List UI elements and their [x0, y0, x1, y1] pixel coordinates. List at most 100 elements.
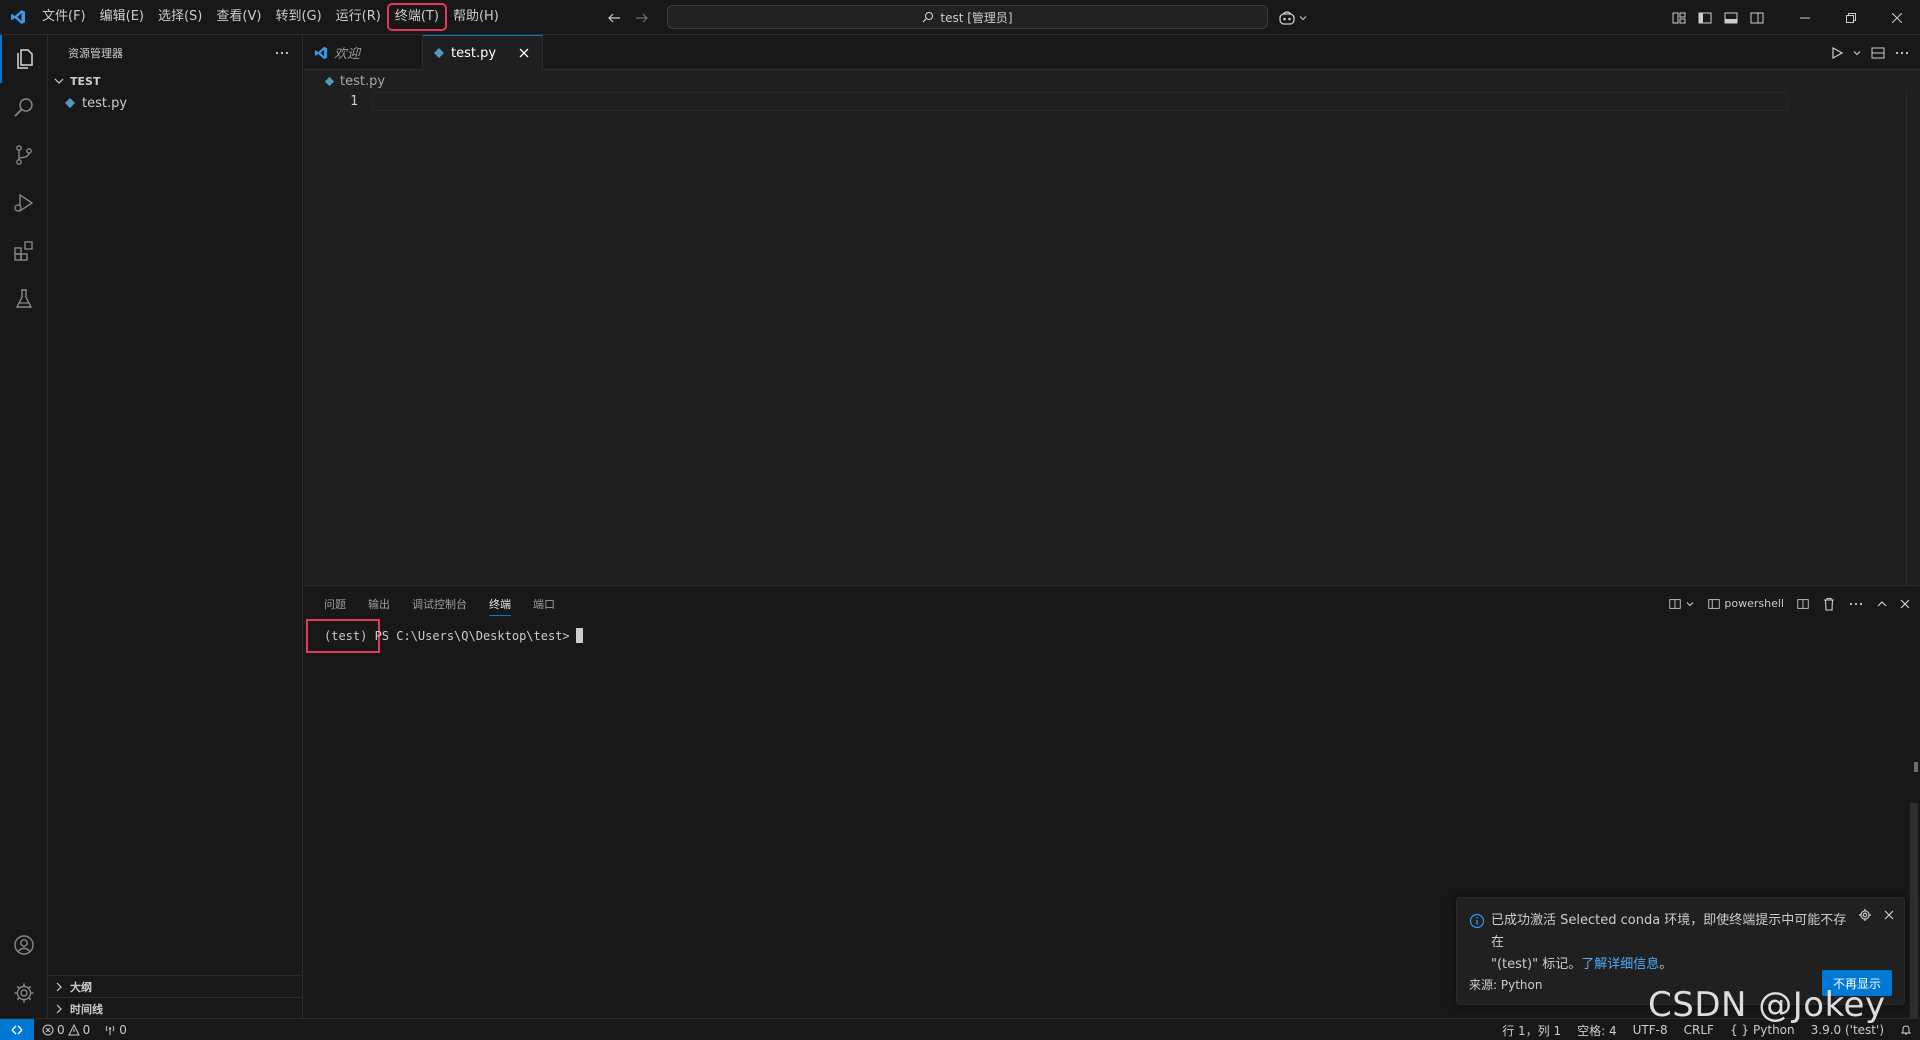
sidebar-header: 资源管理器 — [48, 35, 302, 70]
error-icon — [42, 1024, 54, 1036]
more-actions-icon[interactable] — [1894, 45, 1910, 61]
close-window-icon[interactable] — [1874, 0, 1920, 35]
terminal-icon — [1707, 597, 1721, 611]
end-of-line[interactable]: CRLF — [1684, 1023, 1714, 1037]
chevron-down-icon — [1298, 13, 1308, 23]
notifications-bell-icon[interactable] — [1900, 1024, 1912, 1036]
back-arrow-icon[interactable] — [605, 9, 623, 27]
braces-icon: { } — [1729, 1023, 1750, 1037]
copilot-menu[interactable] — [1278, 7, 1308, 29]
python-file-icon — [324, 76, 335, 87]
cursor-position[interactable]: 行 1，列 1 — [1502, 1022, 1561, 1039]
explorer-icon[interactable] — [0, 35, 48, 83]
terminal-instance[interactable]: powershell — [1707, 597, 1784, 611]
folder-test[interactable]: TEST — [48, 70, 302, 92]
warning-icon — [67, 1023, 80, 1036]
title-right-controls — [1666, 0, 1920, 35]
editor-tabs: 欢迎 test.py — [304, 35, 1920, 70]
outline-section[interactable]: 大纲 — [48, 975, 303, 997]
shell-name: powershell — [1724, 597, 1784, 610]
watermark: CSDN @Jokey — [1648, 985, 1886, 1025]
notification-text-2: "(test)" 标记。 — [1491, 957, 1582, 972]
kill-terminal-trash-icon[interactable] — [1822, 597, 1836, 611]
run-and-debug-icon[interactable] — [0, 179, 48, 227]
close-tab-icon[interactable] — [516, 45, 532, 61]
notification-settings-gear-icon[interactable] — [1858, 908, 1872, 922]
learn-more-link[interactable]: 了解详细信息 — [1581, 957, 1659, 972]
breadcrumb[interactable]: test.py — [304, 70, 1920, 92]
info-icon — [1469, 913, 1485, 976]
customize-layout-icon[interactable] — [1666, 5, 1692, 31]
split-terminal-icon[interactable] — [1796, 597, 1810, 611]
restore-icon[interactable] — [1828, 0, 1874, 35]
tab-debug-console[interactable]: 调试控制台 — [412, 596, 467, 612]
folder-label: TEST — [70, 74, 101, 88]
chevron-down-icon — [1685, 599, 1695, 609]
minimize-icon[interactable] — [1782, 0, 1828, 35]
new-terminal-dropdown[interactable] — [1668, 597, 1695, 611]
tab-output[interactable]: 输出 — [368, 596, 390, 612]
encoding[interactable]: UTF-8 — [1633, 1023, 1668, 1037]
toggle-panel-icon[interactable] — [1718, 5, 1744, 31]
menu-run[interactable]: 运行(R) — [329, 4, 388, 30]
editor-scrollbar[interactable] — [1906, 92, 1920, 585]
chevron-down-icon — [52, 74, 66, 88]
notification-actions — [1858, 908, 1894, 922]
testing-flask-icon[interactable] — [0, 275, 48, 323]
python-file-icon — [64, 97, 76, 109]
menu-file[interactable]: 文件(F) — [35, 4, 93, 30]
ports-status[interactable]: 0 — [104, 1023, 127, 1037]
more-actions-icon[interactable] — [274, 45, 290, 61]
settings-gear-icon[interactable] — [0, 969, 48, 1017]
forward-arrow-icon[interactable] — [633, 9, 651, 27]
tab-problems[interactable]: 问题 — [324, 596, 346, 612]
chevron-down-icon[interactable] — [1852, 48, 1862, 58]
current-line-highlight — [372, 92, 1788, 111]
maximize-panel-chevron-up-icon[interactable] — [1876, 598, 1888, 610]
search-view-icon[interactable] — [0, 83, 48, 131]
extensions-icon[interactable] — [0, 227, 48, 275]
file-item-test-py[interactable]: test.py — [48, 92, 302, 114]
menu-view[interactable]: 查看(V) — [209, 4, 268, 30]
tab-test-py[interactable]: test.py — [423, 35, 543, 70]
tab-welcome[interactable]: 欢迎 — [304, 35, 423, 70]
more-actions-icon[interactable] — [1848, 596, 1864, 612]
menu-go[interactable]: 转到(G) — [268, 4, 328, 30]
split-terminal-icon — [1668, 597, 1682, 611]
timeline-label: 时间线 — [70, 1002, 103, 1016]
run-python-file-icon[interactable] — [1830, 46, 1844, 60]
close-notification-icon[interactable] — [1884, 910, 1894, 920]
terminal-prompt[interactable]: (test) PS C:\Users\Q\Desktop\test> — [324, 628, 583, 643]
notification-source: 来源: Python — [1469, 978, 1543, 992]
toggle-primary-sidebar-icon[interactable] — [1692, 5, 1718, 31]
language-mode[interactable]: { } Python — [1730, 1023, 1795, 1037]
editor-actions — [1830, 35, 1910, 70]
breadcrumb-file: test.py — [340, 73, 386, 89]
indentation[interactable]: 空格: 4 — [1577, 1022, 1617, 1039]
ports-count: 0 — [119, 1022, 127, 1037]
python-interpreter[interactable]: 3.9.0 ('test') — [1811, 1023, 1884, 1037]
panel-tabs: 问题 输出 调试控制台 终端 端口 — [324, 586, 555, 621]
line-number: 1 — [350, 94, 358, 109]
tab-terminal[interactable]: 终端 — [489, 592, 511, 616]
close-panel-icon[interactable] — [1900, 599, 1910, 609]
menu-terminal[interactable]: 终端(T) — [386, 3, 447, 31]
menu-selection[interactable]: 选择(S) — [151, 4, 209, 30]
menu-edit[interactable]: 编辑(E) — [93, 4, 151, 30]
vscode-logo-icon — [314, 46, 328, 60]
split-editor-icon[interactable] — [1870, 45, 1886, 61]
accounts-icon[interactable] — [0, 921, 48, 969]
problems-status[interactable]: 0 0 — [42, 1023, 90, 1037]
toggle-secondary-sidebar-icon[interactable] — [1744, 5, 1770, 31]
title-bar: 文件(F) 编辑(E) 选择(S) 查看(V) 转到(G) 运行(R) 终端(T… — [0, 0, 1920, 35]
terminal-scrollbar[interactable] — [1910, 803, 1918, 1018]
menu-help[interactable]: 帮助(H) — [446, 4, 506, 30]
tab-ports[interactable]: 端口 — [533, 596, 555, 612]
code-editor[interactable]: 1 — [304, 92, 1920, 585]
command-center-search[interactable]: test [管理员] — [667, 5, 1268, 29]
remote-indicator-icon[interactable] — [0, 1018, 34, 1040]
command-center-label: test [管理员] — [940, 10, 1013, 25]
search-icon — [922, 11, 934, 23]
timeline-section[interactable]: 时间线 — [48, 997, 303, 1019]
source-control-icon[interactable] — [0, 131, 48, 179]
